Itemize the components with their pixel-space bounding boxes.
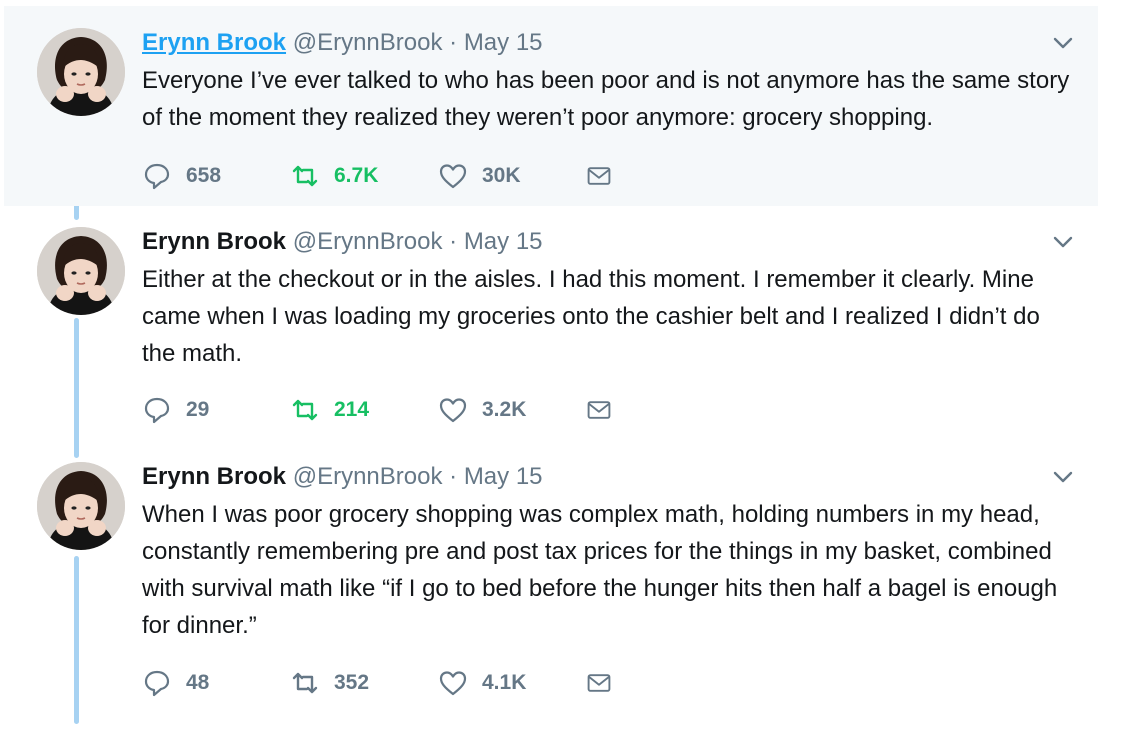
avatar[interactable] [37,462,125,550]
like-button[interactable]: 30K [438,161,586,191]
reply-count: 48 [186,671,210,694]
dm-icon [587,401,611,419]
tweet-header: Erynn Brook @ErynnBrook · May 15 [142,227,1078,257]
like-icon [439,164,467,189]
dm-icon [587,674,611,692]
tweet-actions: 658 6.7K 30K [142,159,626,193]
retweet-icon [292,672,318,694]
retweet-count: 352 [334,671,370,694]
tweet[interactable]: Erynn Brook @ErynnBrook · May 15 When I … [4,448,1098,738]
like-button[interactable]: 4.1K [438,668,586,698]
avatar[interactable] [37,28,125,116]
separator-dot: · [449,463,458,490]
reply-count: 29 [186,398,210,421]
reply-count: 658 [186,164,222,187]
tweet-thread: Erynn Brook @ErynnBrook · May 15 Everyon… [0,0,1125,743]
retweet-button[interactable]: 6.7K [290,161,438,191]
direct-message-button[interactable] [586,668,626,698]
caret-down-icon[interactable] [1048,462,1078,492]
retweet-count: 6.7K [334,164,379,187]
tweet-date[interactable]: May 15 [464,228,543,255]
author-handle[interactable]: @ErynnBrook [293,463,443,490]
tweet-date[interactable]: May 15 [464,463,543,490]
tweet-header: Erynn Brook @ErynnBrook · May 15 [142,462,1078,492]
like-count: 30K [482,164,521,187]
retweet-button[interactable]: 352 [290,668,438,698]
tweet-actions: 48 352 4.1K [142,666,626,700]
tweet-actions: 29 214 3.2K [142,393,626,427]
author-handle[interactable]: @ErynnBrook [293,228,443,255]
author-name-link[interactable]: Erynn Brook [142,463,286,490]
author-handle[interactable]: @ErynnBrook [293,29,443,56]
like-count: 3.2K [482,398,527,421]
like-icon [439,398,467,423]
avatar[interactable] [37,227,125,315]
tweet-header: Erynn Brook @ErynnBrook · May 15 [142,28,1078,58]
like-icon [439,671,467,696]
retweet-count: 214 [334,398,370,421]
reply-icon [144,670,170,697]
tweet-text: Everyone I’ve ever talked to who has bee… [142,67,1070,131]
tweet-date[interactable]: May 15 [464,29,543,56]
separator-dot: · [449,29,458,56]
author-name-link[interactable]: Erynn Brook [142,29,286,56]
reply-button[interactable]: 48 [142,668,290,698]
retweet-icon [292,165,318,187]
reply-button[interactable]: 658 [142,161,290,191]
retweet-icon [292,399,318,421]
caret-down-icon[interactable] [1048,227,1078,257]
reply-icon [144,397,170,424]
tweet-text: When I was poor grocery shopping was com… [142,501,1058,639]
like-count: 4.1K [482,671,527,694]
direct-message-button[interactable] [586,395,626,425]
author-name-link[interactable]: Erynn Brook [142,228,286,255]
tweet[interactable]: Erynn Brook @ErynnBrook · May 15 Either … [4,210,1098,445]
tweet-text: Either at the checkout or in the aisles.… [142,266,1040,367]
direct-message-button[interactable] [586,161,626,191]
dm-icon [587,167,611,185]
like-button[interactable]: 3.2K [438,395,586,425]
reply-icon [144,163,170,190]
separator-dot: · [449,228,458,255]
reply-button[interactable]: 29 [142,395,290,425]
tweet[interactable]: Erynn Brook @ErynnBrook · May 15 Everyon… [4,6,1098,206]
caret-down-icon[interactable] [1048,28,1078,58]
retweet-button[interactable]: 214 [290,395,438,425]
